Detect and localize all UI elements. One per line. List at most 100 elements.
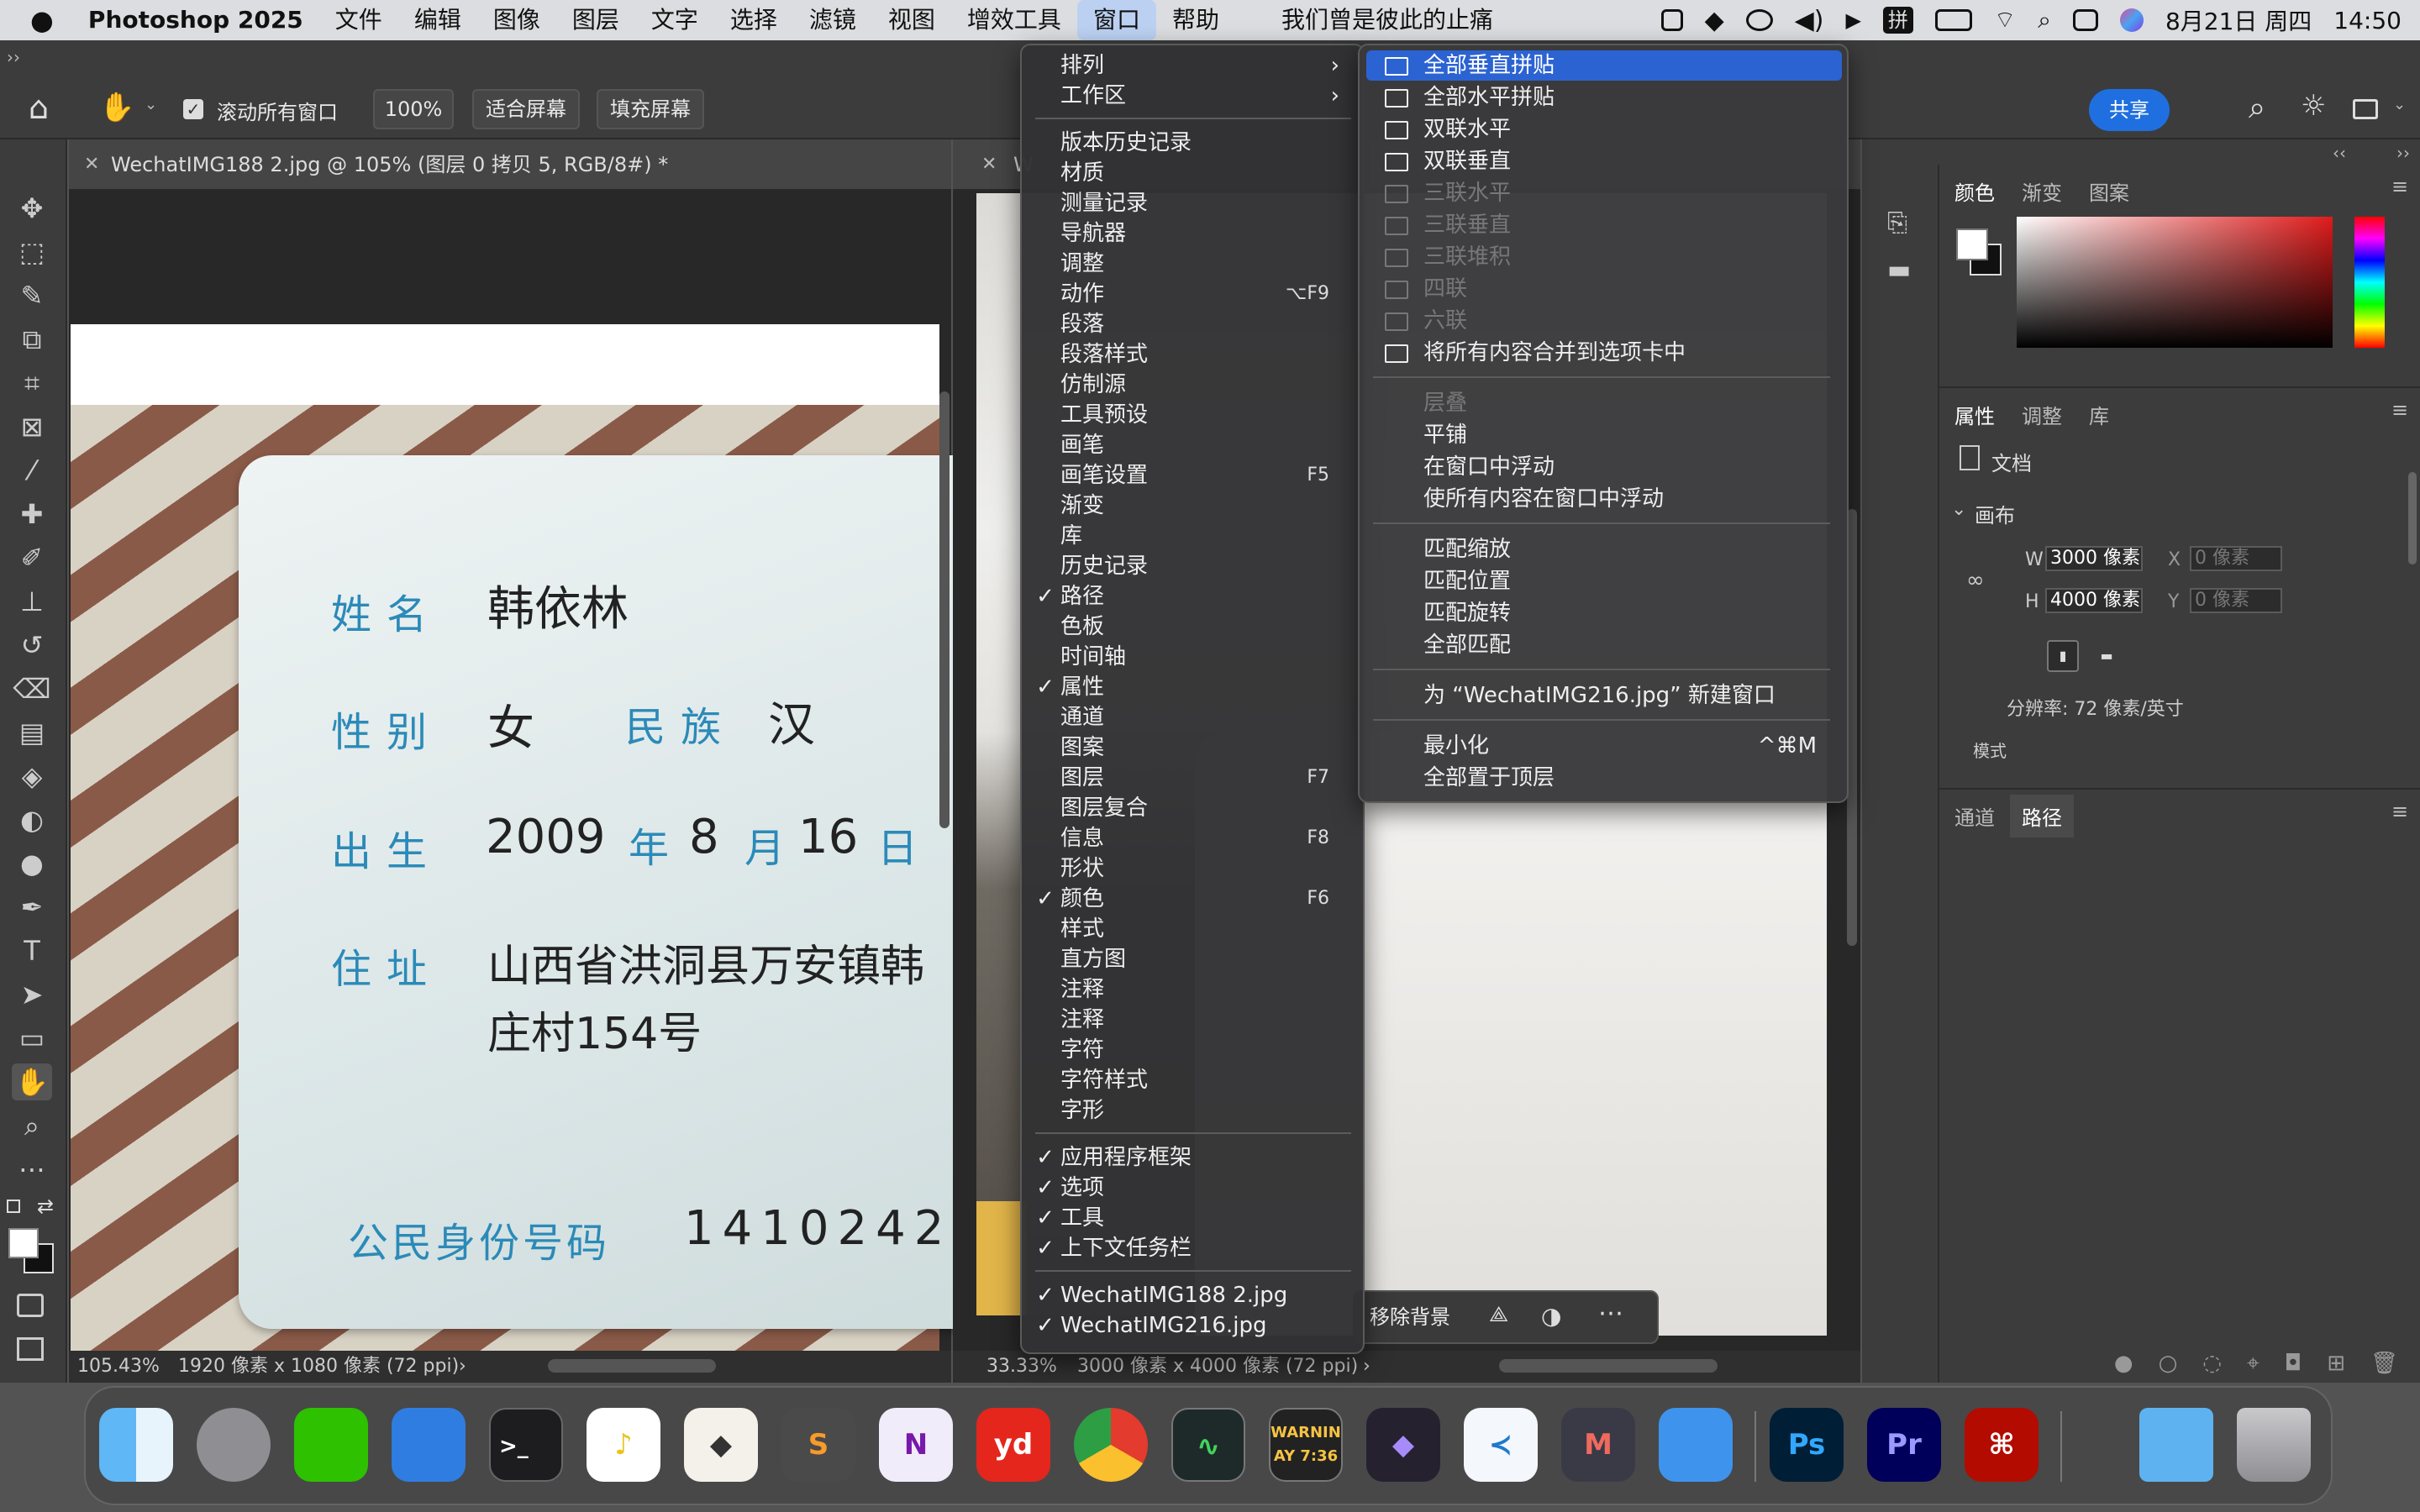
activity-monitor-icon[interactable]: ∿ [1171,1408,1245,1482]
window-menu-item[interactable]: 通道 [1022,702,1363,732]
siri-icon[interactable] [2119,8,2144,32]
healing-brush-tool-icon[interactable]: ✚ [12,496,52,533]
premiere-icon[interactable]: Pr [1867,1408,1941,1482]
x-field[interactable]: 0 像素 [2190,546,2282,571]
window-menu-item[interactable]: 调整 [1022,249,1363,279]
eyedropper-tool-icon[interactable]: ⁄ [12,452,52,489]
share-button[interactable]: 共享 [2089,89,2170,131]
window-menu-item[interactable]: 库 [1022,521,1363,551]
window-menu-item[interactable]: ✓ 颜色 F6 [1022,884,1363,914]
landscape-orientation-button[interactable]: ▬ [2091,640,2123,672]
search-icon[interactable]: ⌕ [2249,91,2265,126]
control-center-icon[interactable] [2072,9,2098,31]
arrange-menu-item[interactable]: 将所有内容合并到选项卡中 [1366,338,1842,368]
window-menu-item[interactable]: 段落 [1022,309,1363,339]
tab-color[interactable]: 颜色 [1954,176,1995,206]
gradient-tool-icon[interactable]: ▤ [12,714,52,751]
arrange-menu-item[interactable]: 双联垂直 [1366,146,1842,176]
arrange-menu-item[interactable]: 在窗口中浮动 [1366,452,1842,482]
terminal-icon[interactable]: >_ [489,1408,563,1482]
window-menu-item[interactable]: ✓ 选项 [1022,1173,1363,1203]
menu-filter[interactable]: 滤镜 [793,0,872,40]
type-tool-icon[interactable]: T [12,932,52,969]
horizontal-scrollbar[interactable] [1499,1359,1718,1373]
window-menu-item[interactable]: 画笔 [1022,430,1363,460]
pen-tool-icon[interactable]: ✒ [12,889,52,926]
tab-adjustments[interactable]: 调整 [2022,400,2062,429]
arrange-menu-item[interactable]: 全部匹配 [1366,630,1842,660]
wechat-icon[interactable] [294,1408,368,1482]
move-tool-icon[interactable]: ✥ [12,190,52,227]
document-info[interactable]: 1920 像素 x 1080 像素 (72 ppi) [178,1351,459,1383]
window-menu-item[interactable]: ✓ 上下文任务栏 [1022,1233,1363,1263]
horizontal-scrollbar[interactable] [548,1359,716,1373]
now-playing-text[interactable]: 我们曾是彼此的止痛 [1265,0,1509,40]
window-menu-item[interactable]: 字形 [1022,1095,1363,1126]
menu-select[interactable]: 选择 [714,0,793,40]
canvas-image[interactable]: 姓名 韩依林 性别 女 民族 汉 出生 2009 年 8 月 16 日 住址 山… [71,405,995,1368]
input-method-icon[interactable]: 拼 [1882,7,1913,34]
window-menu-item[interactable]: ✓ WechatIMG188 2.jpg [1022,1280,1363,1310]
remove-background-button[interactable]: 移除背景 [1370,1300,1450,1334]
window-menu-item[interactable]: 测量记录 [1022,188,1363,218]
menu-help[interactable]: 帮助 [1156,0,1235,40]
acrobat-icon[interactable]: ⌘ [1965,1408,2039,1482]
sublime-text-icon[interactable]: S [781,1408,855,1482]
qq-music-icon[interactable]: ♪ [587,1408,660,1482]
window-menu-item[interactable]: 样式 [1022,914,1363,944]
document-tab[interactable]: ✕ WechatIMG188 2.jpg @ 105% (图层 0 拷贝 5, … [69,139,951,190]
sponge-tool-icon[interactable]: ● [12,845,52,882]
vscode-icon[interactable]: ≺ [1464,1408,1538,1482]
panel-scrollbar[interactable] [2408,472,2417,564]
swap-colors-icon[interactable]: ⇄ [37,1194,54,1218]
tab-libraries[interactable]: 库 [2089,400,2109,429]
system-settings-icon[interactable] [197,1408,271,1482]
window-menu-item[interactable]: 图层复合 [1022,793,1363,823]
foreground-color-swatch[interactable] [8,1228,39,1258]
default-colors-icon[interactable] [7,1200,20,1213]
collapse-panels-icon[interactable]: ‹‹ [2333,143,2346,163]
finder-icon[interactable] [99,1408,173,1482]
tab-properties[interactable]: 属性 [1954,400,1995,429]
fill-screen-button[interactable]: 填充屏幕 [597,89,704,129]
trash-icon[interactable]: 🗑 [2370,1342,2398,1384]
window-menu-item[interactable]: 画笔设置 F5 [1022,460,1363,491]
menu-edit[interactable]: 编辑 [398,0,477,40]
fit-screen-button[interactable]: 适合屏幕 [472,89,580,129]
height-field[interactable]: 4000 像素 [2045,588,2143,613]
make-path-icon[interactable]: ⌖ [2247,1342,2260,1384]
arrange-menu-item[interactable]: 平铺 [1366,420,1842,450]
play-icon[interactable]: ▶ [1845,8,1860,32]
chevron-right-icon[interactable]: › [459,1351,466,1383]
workspace-icon[interactable] [2353,99,2378,119]
portrait-orientation-button[interactable]: ▮ [2047,640,2079,672]
crop-tool-icon[interactable]: ⌗ [12,365,52,402]
quick-mask-icon[interactable] [17,1294,44,1317]
brush-tool-icon[interactable]: ✐ [12,539,52,576]
obsidian-icon[interactable]: ◆ [1366,1408,1440,1482]
window-menu-item[interactable]: 形状 [1022,853,1363,884]
apple-icon[interactable]: ● [0,0,72,40]
window-menu-item[interactable]: 注释 [1022,974,1363,1005]
blur-tool-icon[interactable]: ◈ [12,758,52,795]
volume-icon[interactable]: ◀) [1795,6,1824,35]
width-field[interactable]: 3000 像素 [2045,546,2143,571]
window-menu-item[interactable]: 时间轴 [1022,642,1363,672]
close-icon[interactable]: ✕ [981,139,997,189]
wechat-icon[interactable] [1745,9,1773,31]
screen-mode-icon[interactable] [17,1337,44,1361]
canvas-section-label[interactable]: 画布 [1975,499,2015,528]
tab-pattern[interactable]: 图案 [2089,176,2129,206]
dodge-tool-icon[interactable]: ◐ [12,801,52,838]
chrome-icon[interactable] [1074,1408,1148,1482]
stamp-tool-icon[interactable]: ⊥ [12,583,52,620]
battery-icon[interactable] [1934,9,1972,31]
trash-icon[interactable] [2237,1408,2311,1482]
panel-menu-icon[interactable]: ≡ [2391,800,2408,823]
window-menu-item[interactable]: 信息 F8 [1022,823,1363,853]
youdao-icon[interactable]: yd [976,1408,1050,1482]
close-icon[interactable]: ✕ [84,139,99,189]
zoom-level[interactable]: 105.43% [77,1351,160,1383]
window-menu-item[interactable]: 工作区 › [1022,81,1363,111]
arrange-menu-item[interactable]: 匹配旋转 [1366,598,1842,628]
